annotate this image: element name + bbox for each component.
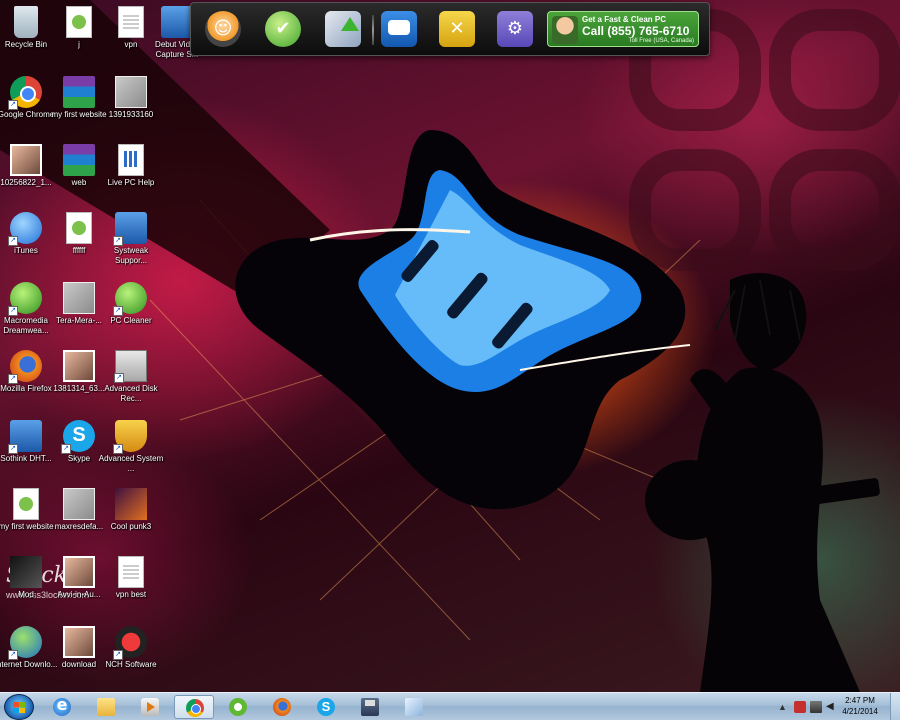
clocker-icon bbox=[10, 556, 42, 588]
tools-button[interactable]: ✕ bbox=[439, 11, 475, 47]
desktop-icon-systweak-support[interactable]: ↗ Systweak Suppor... bbox=[98, 212, 164, 266]
floppy-disk-icon bbox=[361, 698, 379, 716]
media-player-icon bbox=[141, 698, 159, 716]
dreamweaver-file-icon bbox=[66, 212, 92, 244]
support-button[interactable]: ☺ bbox=[205, 11, 241, 47]
sothink-dhtml-icon: ↗ bbox=[8, 420, 42, 454]
desktop-icon-label: PC Cleaner bbox=[110, 316, 152, 325]
skype-icon: ↗ bbox=[61, 420, 95, 454]
call-support-banner[interactable]: Get a Fast & Clean PC Call (855) 765-671… bbox=[547, 11, 699, 47]
taskbar-app-file-explorer[interactable] bbox=[86, 695, 126, 719]
broom-cleaner-icon: ✔ bbox=[275, 18, 291, 39]
itunes-icon: ↗ bbox=[8, 212, 42, 246]
taskbar-app-chrome[interactable] bbox=[174, 695, 214, 719]
desktop-icon-label: vpn best bbox=[115, 590, 147, 599]
folder-icon bbox=[97, 698, 115, 716]
settings-button[interactable]: ⚙ bbox=[497, 11, 533, 47]
advanced-disk-recovery-icon: ↗ bbox=[114, 350, 147, 383]
desktop-icon-live-pc-help[interactable]: Live PC Help bbox=[98, 144, 164, 188]
promo-headline: Get a Fast & Clean PC bbox=[582, 15, 667, 24]
promo-phone-number: (855) 765-6710 bbox=[607, 24, 690, 38]
desktop-icon-advanced-system-protector[interactable]: ↗ Advanced System ... bbox=[98, 420, 164, 474]
text-file-icon bbox=[118, 6, 144, 38]
desktop-icon-label: 1391933160 bbox=[108, 110, 154, 119]
advanced-system-protector-icon: ↗ bbox=[113, 420, 147, 454]
desktop-icon-label: Advanced Disk Rec... bbox=[104, 384, 158, 403]
system-clock[interactable]: 2:47 PM 4/21/2014 bbox=[834, 695, 886, 717]
desktop-icon-label: Cool punk3 bbox=[110, 522, 152, 531]
show-desktop-button[interactable] bbox=[890, 693, 900, 720]
show-hidden-icons-arrow-icon[interactable]: ▲ bbox=[778, 701, 790, 713]
paint-icon bbox=[405, 698, 423, 716]
dreamweaver-file-icon bbox=[66, 6, 92, 38]
headset-support-icon: ☺ bbox=[213, 18, 233, 39]
network-icon[interactable] bbox=[810, 701, 822, 713]
promo-call-line: Call (855) 765-6710 bbox=[582, 24, 689, 38]
pc-help-toolbar: ☺ ✔ ✕ ⚙ Get a Fast & Clean PC Call (855)… bbox=[190, 2, 710, 56]
promo-call-label: Call bbox=[582, 24, 605, 38]
taskbar-app-dreamweaver[interactable] bbox=[218, 695, 258, 719]
chrome-icon bbox=[186, 699, 204, 717]
internet-explorer-icon bbox=[53, 695, 71, 716]
firefox-icon: ↗ bbox=[8, 350, 42, 384]
video-thumbnail-icon bbox=[63, 282, 95, 314]
clock-date: 4/21/2014 bbox=[842, 707, 878, 716]
support-agent-avatar bbox=[552, 16, 578, 44]
live-pc-help-icon bbox=[118, 144, 144, 176]
image-file-icon bbox=[63, 488, 95, 520]
promo-toll-free: Toll Free (USA, Canada) bbox=[628, 38, 694, 44]
clock-time: 2:47 PM bbox=[845, 696, 875, 705]
desktop-icon-nch-software[interactable]: ↗ NCH Software bbox=[98, 626, 164, 670]
firefox-icon bbox=[273, 698, 291, 716]
debut-video-capture-icon bbox=[161, 6, 193, 38]
desktop-icon-label: Live PC Help bbox=[107, 178, 155, 187]
photo-icon bbox=[63, 626, 95, 658]
skype-icon bbox=[317, 698, 335, 716]
winrar-archive-icon bbox=[63, 76, 95, 108]
desktop-icon-cool-punk3[interactable]: Cool punk3 bbox=[98, 488, 164, 532]
taskbar: ▲ ◀ 2:47 PM 4/21/2014 bbox=[0, 692, 900, 720]
taskbar-app-skype[interactable] bbox=[306, 695, 346, 719]
wrench-screwdriver-icon: ✕ bbox=[449, 18, 465, 39]
dreamweaver-file-icon bbox=[13, 488, 39, 520]
update-button[interactable] bbox=[325, 11, 361, 47]
dreamweaver-icon: ↗ bbox=[8, 282, 42, 316]
text-file-icon bbox=[118, 556, 144, 588]
chrome-icon: ↗ bbox=[8, 76, 42, 110]
taskbar-app-media-player[interactable] bbox=[130, 695, 170, 719]
action-center-flag-icon[interactable] bbox=[794, 701, 806, 713]
windows-start-icon bbox=[13, 702, 25, 713]
winrar-archive-icon bbox=[63, 144, 95, 176]
internet-download-manager-icon: ↗ bbox=[8, 626, 42, 660]
photo-icon bbox=[10, 144, 42, 176]
gear-icon: ⚙ bbox=[506, 18, 524, 39]
chat-button[interactable] bbox=[381, 11, 417, 47]
pc-cleaner-icon: ↗ bbox=[113, 282, 147, 316]
nch-software-icon: ↗ bbox=[113, 626, 147, 660]
taskbar-app-save[interactable] bbox=[350, 695, 390, 719]
taskbar-app-firefox[interactable] bbox=[262, 695, 302, 719]
desktop-icon-advanced-disk-recovery[interactable]: ↗ Advanced Disk Rec... bbox=[98, 350, 164, 404]
cleaner-button[interactable]: ✔ bbox=[265, 11, 301, 47]
desktop-icon-pc-cleaner[interactable]: ↗ PC Cleaner bbox=[98, 282, 164, 326]
start-button[interactable] bbox=[4, 694, 34, 720]
desktop-icon-vpn-best[interactable]: vpn best bbox=[98, 556, 164, 600]
desktop-icon-1391933160[interactable]: 1391933160 bbox=[98, 76, 164, 120]
toolbar-separator bbox=[372, 15, 374, 45]
taskbar-app-paint[interactable] bbox=[394, 695, 434, 719]
dreamweaver-icon bbox=[229, 698, 247, 716]
desktop-icon-label: Systweak Suppor... bbox=[113, 246, 149, 265]
taskbar-app-internet-explorer[interactable] bbox=[42, 695, 82, 719]
systweak-support-icon: ↗ bbox=[113, 212, 147, 246]
desktop-icon-label: NCH Software bbox=[105, 660, 157, 669]
image-file-icon bbox=[115, 488, 147, 520]
desktop-icon-label: Advanced System ... bbox=[98, 454, 164, 473]
photo-icon bbox=[63, 556, 95, 588]
recycle-bin-icon bbox=[14, 6, 38, 38]
photo-icon bbox=[63, 350, 95, 382]
image-file-icon bbox=[115, 76, 147, 108]
